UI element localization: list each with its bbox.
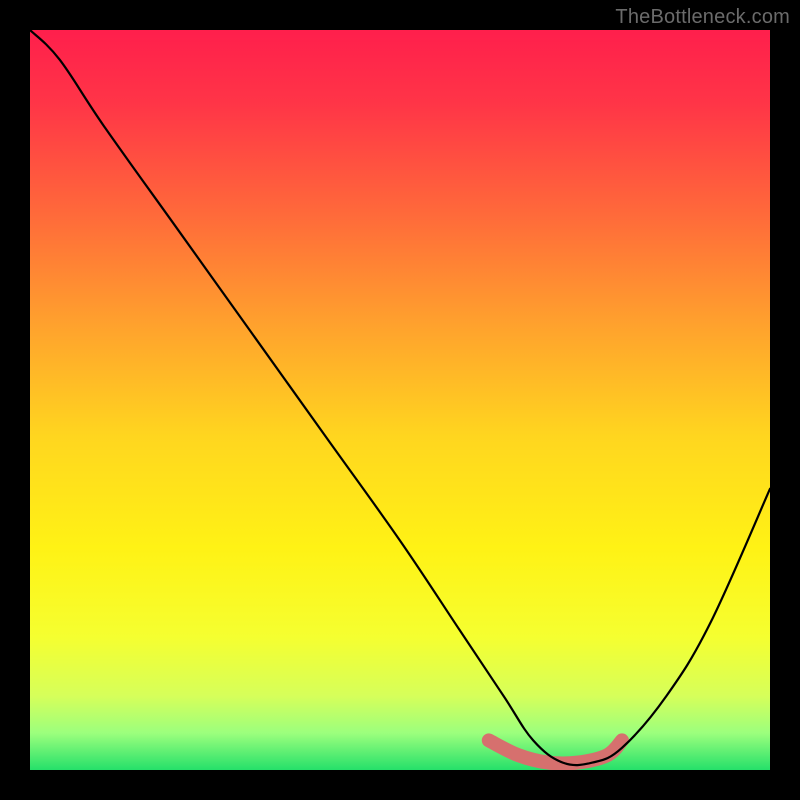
chart-stage: TheBottleneck.com xyxy=(0,0,800,800)
gradient-background xyxy=(30,30,770,770)
bottleneck-chart xyxy=(30,30,770,770)
watermark-text: TheBottleneck.com xyxy=(615,6,790,29)
